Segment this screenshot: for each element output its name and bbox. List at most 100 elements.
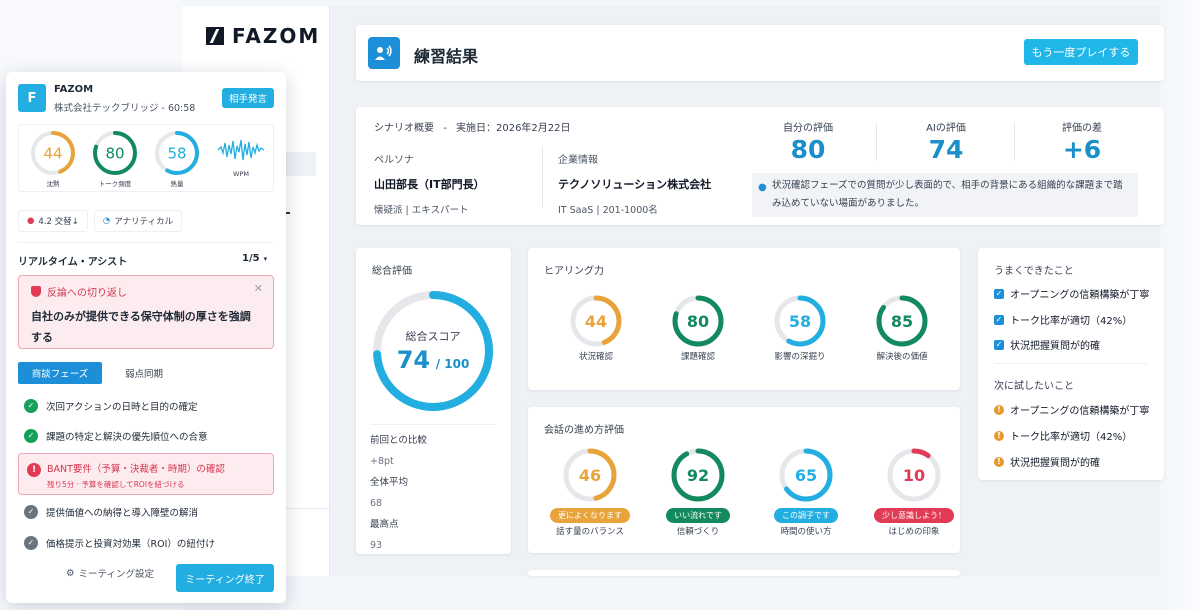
overall-ring-label: 総合スコア bbox=[405, 330, 461, 343]
score-ring-label: はじめの印象 bbox=[888, 527, 940, 537]
conversation-metric: 10 少し意識しよう！ はじめの印象 bbox=[862, 447, 966, 537]
status-pill: この調子です bbox=[774, 508, 838, 523]
search-icon: ◔ bbox=[102, 216, 111, 226]
waveform-icon bbox=[217, 139, 265, 161]
persona-name: 山田部長（IT部門長） bbox=[374, 178, 485, 191]
hearing-metric: 80 課題確認 bbox=[650, 294, 746, 362]
step-current-sub: 残り5分 · 予算を確認してROIを紐づける bbox=[47, 480, 185, 489]
next-item: ! オープニングの信頼構築が丁寧 bbox=[994, 402, 1149, 417]
score-ring: 85 bbox=[876, 295, 928, 347]
live-metric: 44 沈黙 bbox=[23, 129, 83, 188]
score-ring-value: 44 bbox=[585, 312, 607, 331]
warning-icon: ! bbox=[994, 404, 1004, 415]
wpm-label: WPM bbox=[233, 170, 249, 178]
logo-mark-icon bbox=[206, 27, 224, 45]
company-block: 企業情報 テクノソリューション株式会社 IT SaaS | 201-1000名 bbox=[558, 151, 711, 216]
step-text: 課題の特定と解決の優先順位への合意 bbox=[46, 432, 208, 443]
diff-score-label: 評価の差 bbox=[1062, 123, 1102, 134]
hearing-metric: 44 状況確認 bbox=[548, 294, 644, 362]
conversation-card: 会話の進め方評価 46 更によくなります 話す量のバランス 92 いい流れです 信頼づくり… bbox=[528, 407, 960, 553]
self-score-value: 80 bbox=[790, 135, 826, 164]
assist-pager[interactable]: 1/5 ▾ bbox=[242, 253, 267, 264]
type-tag: ◔ アナリティカル bbox=[93, 210, 183, 232]
warning-icon: ! bbox=[994, 456, 1004, 467]
status-pill: いい流れです bbox=[666, 508, 730, 523]
tab-weakness[interactable]: 弱点同期 bbox=[102, 362, 186, 384]
step-current[interactable]: ! BANT要件（予算・決裁者・時期）の確認 残り5分 · 予算を確認してROI… bbox=[18, 453, 274, 495]
score-ring-value: 58 bbox=[167, 144, 186, 162]
top-value: 93 bbox=[370, 540, 383, 551]
sidebar-item-hidden[interactable] bbox=[286, 152, 316, 176]
live-metrics: 44 沈黙 80 トーク頻度 58 熱量 WPM bbox=[18, 124, 274, 192]
alert-body: 自社のみが提供できる保守体制の厚さを強調する bbox=[31, 310, 251, 344]
rating-tag: ● 4.2 交替↓ bbox=[18, 210, 88, 232]
overall-average: 全体平均 68 bbox=[370, 476, 427, 510]
step-current-title: BANT要件（予算・決裁者・時期）の確認 bbox=[47, 464, 225, 475]
next-item-text: オープニングの信頼構築が丁寧 bbox=[1010, 406, 1150, 417]
overall-title: 総合評価 bbox=[372, 266, 412, 277]
score-ring: 92 bbox=[671, 448, 725, 502]
step-text: 価格提示と投資対効果（ROI）の紐付け bbox=[46, 539, 215, 550]
assist-title: リアルタイム・アシスト bbox=[18, 257, 128, 268]
check-icon: ✓ bbox=[994, 339, 1004, 350]
sidebar-marker bbox=[286, 212, 290, 214]
next-card-edge bbox=[528, 570, 960, 576]
score-ring-value: 10 bbox=[903, 466, 925, 485]
score-ring-value: 92 bbox=[687, 466, 709, 485]
step-done[interactable]: ✓ 次回アクションの日時と目的の確定 bbox=[24, 399, 198, 413]
step-todo[interactable]: ✓ 価格提示と投資対効果（ROI）の紐付け bbox=[24, 536, 215, 550]
diff-score-value: +6 bbox=[1062, 135, 1102, 164]
brand-logo[interactable]: FAZOM bbox=[206, 24, 320, 48]
sidebar-divider bbox=[286, 508, 330, 509]
good-item: ✓ 状況把握質問が的確 bbox=[994, 337, 1100, 352]
result-header: 練習結果 もう一度プレイする bbox=[356, 25, 1164, 81]
next-item-text: トーク比率が適切（42%） bbox=[1010, 432, 1133, 443]
divider bbox=[994, 363, 1148, 364]
close-icon[interactable]: ✕ bbox=[254, 282, 263, 295]
lightbulb-icon: ● bbox=[758, 182, 767, 193]
gear-icon: ⚙ bbox=[66, 567, 75, 579]
practice-voice-icon bbox=[368, 37, 400, 69]
overall-score-max: / 100 bbox=[435, 357, 470, 371]
score-ring: 58 bbox=[155, 131, 199, 175]
scenario-separator: - bbox=[443, 123, 447, 134]
scenario-summary: シナリオ概要 - 実施日：2026年2月22日 ペルソナ 山田部長（IT部門長）… bbox=[356, 107, 1164, 225]
score-ring-label: 話す量のバランス bbox=[556, 527, 624, 537]
company-avatar: F bbox=[18, 84, 46, 112]
score-ring: 58 bbox=[774, 295, 826, 347]
step-todo[interactable]: ✓ 提供価値への納得と導入障壁の解消 bbox=[24, 505, 198, 519]
page-title: 練習結果 bbox=[414, 47, 479, 66]
feedback-note-text: 状況確認フェーズでの質問が少し表面的で、相手の背景にある組織的な課題まで踏み込め… bbox=[772, 180, 1123, 209]
ai-score-value: 74 bbox=[928, 135, 964, 164]
meeting-settings-button[interactable]: ⚙ ミーティング設定 bbox=[66, 566, 154, 581]
conversation-metric: 65 この調子です 時間の使い方 bbox=[754, 447, 858, 537]
replay-button[interactable]: もう一度プレイする bbox=[1024, 39, 1138, 65]
next-item: ! トーク比率が適切（42%） bbox=[994, 428, 1132, 443]
alert-heading: 反論への切り返し bbox=[31, 284, 127, 299]
rating-tag-text: 4.2 交替↓ bbox=[38, 217, 79, 227]
status-pill: 更によくなります bbox=[550, 508, 630, 523]
self-score-label: 自分の評価 bbox=[783, 123, 833, 134]
step-text: 提供価値への納得と導入障壁の解消 bbox=[46, 508, 199, 519]
persona-tags: ● 4.2 交替↓ ◔ アナリティカル bbox=[18, 210, 183, 232]
end-meeting-button[interactable]: ミーティング終了 bbox=[176, 564, 274, 592]
step-text: 次回アクションの日時と目的の確定 bbox=[46, 402, 198, 413]
top-label: 最高点 bbox=[370, 519, 399, 530]
partner-speak-button[interactable]: 相手発言 bbox=[222, 88, 274, 108]
good-item: ✓ トーク比率が適切（42%） bbox=[994, 312, 1132, 327]
company-label: 企業情報 bbox=[558, 155, 598, 166]
conversation-title: 会話の進め方評価 bbox=[544, 425, 624, 436]
assist-count: 1/5 bbox=[242, 253, 260, 264]
avg-label: 全体平均 bbox=[370, 477, 409, 488]
tab-phase[interactable]: 商談フェーズ bbox=[18, 362, 102, 384]
good-item-text: トーク比率が適切（42%） bbox=[1010, 316, 1133, 327]
status-pill: 少し意識しよう！ bbox=[874, 508, 954, 523]
assist-alert: 反論への切り返し ✕ 自社のみが提供できる保守体制の厚さを強調する bbox=[18, 275, 274, 349]
good-title: うまくできたこと bbox=[994, 266, 1074, 277]
step-done[interactable]: ✓ 課題の特定と解決の優先順位への合意 bbox=[24, 429, 208, 443]
pin-icon: ● bbox=[27, 216, 35, 226]
type-tag-text: アナリティカル bbox=[114, 217, 174, 227]
overall-card: 総合評価 総合スコア 74 / 100 前回との比較 +8pt 全体平均 68 最高… bbox=[356, 248, 511, 554]
score-ring-label: 熱量 bbox=[170, 180, 184, 188]
score-ring-label: 解決後の価値 bbox=[876, 352, 928, 362]
